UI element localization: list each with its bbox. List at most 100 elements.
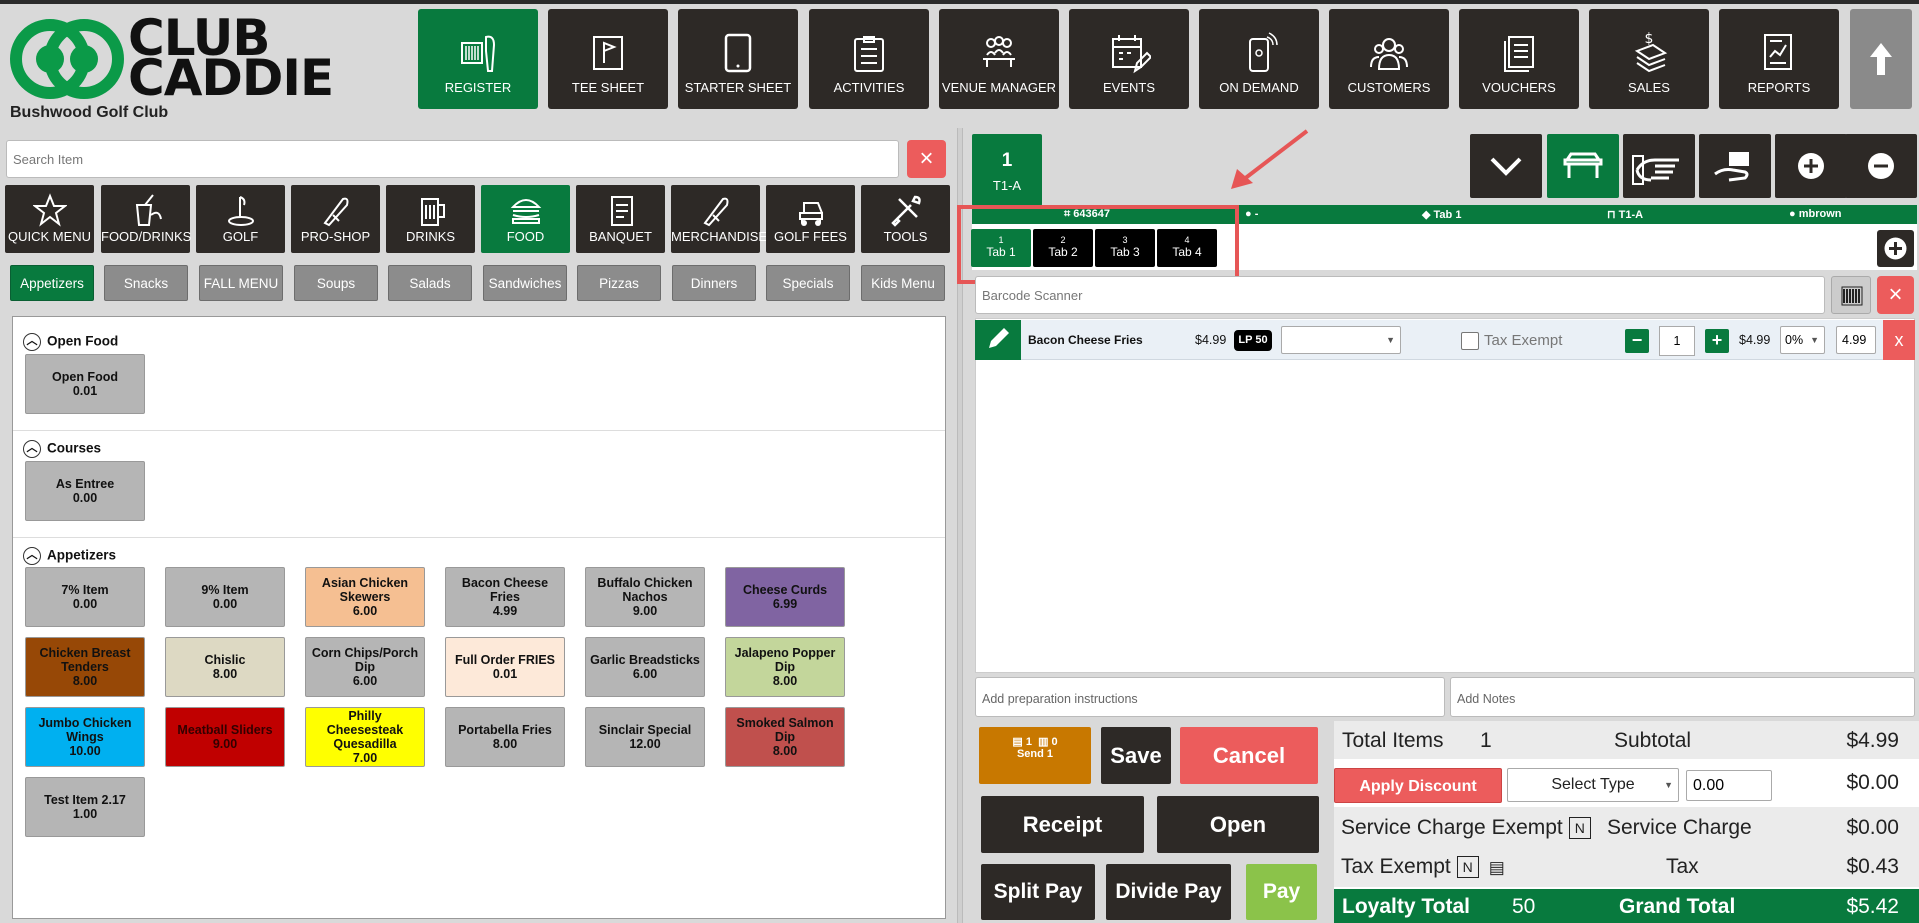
menu-item-tile[interactable]: Asian Chicken Skewers 6.00 [305,567,425,627]
menu-item-tile[interactable]: Jumbo Chicken Wings 10.00 [25,707,145,767]
nav-register-button[interactable]: REGISTER [418,9,538,109]
menu-item-tile[interactable]: As Entree 0.00 [25,461,145,521]
line-modifier-select[interactable]: ▼ [1281,326,1401,354]
menu-item-tile[interactable]: Philly Cheesesteak Quesadilla 7.00 [305,707,425,767]
subcategory-appetizers-button[interactable]: Appetizers [10,265,94,301]
chevron-up-icon[interactable]: ︿ [23,333,41,351]
add-tab-button[interactable] [1877,230,1914,267]
discount-type-select[interactable]: Select Type ▼ [1507,768,1679,802]
cancel-button[interactable]: Cancel [1180,727,1318,784]
menu-item-tile[interactable]: 7% Item 0.00 [25,567,145,627]
category-drinks-button[interactable]: DRINKS [386,185,475,253]
menu-item-tile[interactable]: Buffalo Chicken Nachos 9.00 [585,567,705,627]
hand-menu-button[interactable] [1623,134,1695,198]
clear-barcode-button[interactable]: × [1877,276,1914,314]
subcategory-salads-button[interactable]: Salads [388,265,472,301]
nav-reports-button[interactable]: REPORTS [1719,9,1839,109]
subcategory-kids-menu-button[interactable]: Kids Menu [861,265,945,301]
category-tools-button[interactable]: TOOLS [861,185,950,253]
remove-line-button[interactable]: x [1883,320,1915,360]
remove-button[interactable] [1845,134,1917,198]
menu-item-tile[interactable]: Open Food 0.01 [25,354,145,414]
menu-item-tile[interactable]: Portabella Fries 8.00 [445,707,565,767]
section-header[interactable]: ︿ Courses [23,440,101,458]
add-button[interactable] [1775,134,1847,198]
chevron-up-icon[interactable]: ︿ [23,440,41,458]
decrease-quantity-button[interactable]: − [1625,329,1649,353]
pay-button[interactable]: Pay [1246,864,1317,920]
open-button[interactable]: Open [1157,796,1319,853]
preparation-instructions-input[interactable]: Add preparation instructions [975,677,1445,717]
menu-item-tile[interactable]: Cheese Curds 6.99 [725,567,845,627]
section-header[interactable]: ︿ Appetizers [23,547,116,565]
split-pay-button[interactable]: Split Pay [981,864,1095,920]
tax-exempt-checkbox[interactable] [1461,332,1479,350]
chevron-up-icon[interactable]: ︿ [23,547,41,565]
receipt-list-icon[interactable]: ▤ [1489,858,1505,877]
menu-item-tile[interactable]: Garlic Breadsticks 6.00 [585,637,705,697]
nav-sales-button[interactable]: $ SALES [1589,9,1709,109]
service-exempt-flag[interactable]: N [1568,817,1591,840]
category-quick-menu-button[interactable]: QUICK MENU [5,185,94,253]
increase-quantity-button[interactable]: + [1705,329,1729,353]
menu-item-tile[interactable]: Full Order FRIES 0.01 [445,637,565,697]
nav-venue-manager-button[interactable]: VENUE MANAGER [939,9,1059,109]
subcategory-snacks-button[interactable]: Snacks [104,265,188,301]
menu-item-tile[interactable]: Smoked Salmon Dip 8.00 [725,707,845,767]
subcategory-pizzas-button[interactable]: Pizzas [577,265,661,301]
category-merchandise-button[interactable]: MERCHANDISE [671,185,767,253]
category-icon [890,195,921,227]
category-pro-shop-button[interactable]: PRO-SHOP [291,185,380,253]
nav-starter-sheet-button[interactable]: STARTER SHEET [678,9,798,109]
menu-item-tile[interactable]: 9% Item 0.00 [165,567,285,627]
quantity-field[interactable]: 1 [1659,326,1695,356]
summary-row-subtotal: Total Items 1 Subtotal $4.99 [1334,721,1919,759]
subcategory-sandwiches-button[interactable]: Sandwiches [483,265,567,301]
line-net-field[interactable]: 4.99 [1836,326,1876,354]
section-header[interactable]: ︿ Open Food [23,333,118,351]
category-golf-fees-button[interactable]: GOLF FEES [766,185,855,253]
payment-hand-button[interactable] [1699,134,1771,198]
category-food-button[interactable]: FOOD [481,185,570,253]
nav-tee-sheet-button[interactable]: TEE SHEET [548,9,668,109]
receipt-button[interactable]: Receipt [981,796,1144,853]
line-discount-select[interactable]: 0% ▼ [1780,326,1825,354]
save-button[interactable]: Save [1101,727,1171,784]
apply-discount-button[interactable]: Apply Discount [1334,768,1502,803]
nav-activities-button[interactable]: ACTIVITIES [809,9,929,109]
subcategory-soups-button[interactable]: Soups [294,265,378,301]
nav-on-demand-button[interactable]: ON DEMAND [1199,9,1319,109]
nav-customers-button[interactable]: CUSTOMERS [1329,9,1449,109]
edit-line-button[interactable] [975,320,1021,360]
search-item-input[interactable]: Search Item [6,140,899,178]
subcategory-dinners-button[interactable]: Dinners [672,265,756,301]
tax-exempt-flag[interactable]: N [1456,856,1479,879]
collapse-button[interactable] [1470,134,1542,198]
table-selector[interactable]: 1 T1-A [972,134,1042,206]
menu-item-tile[interactable]: Bacon Cheese Fries 4.99 [445,567,565,627]
barcode-scanner-input[interactable]: Barcode Scanner [975,276,1825,314]
menu-item-tile[interactable]: Corn Chips/Porch Dip 6.00 [305,637,425,697]
nav-label: TEE SHEET [571,80,645,95]
table-view-button[interactable] [1547,134,1619,198]
scroll-up-button[interactable] [1850,9,1912,109]
subcategory-specials-button[interactable]: Specials [766,265,850,301]
category-golf-button[interactable]: GOLF [196,185,285,253]
subcategory-fall-menu-button[interactable]: FALL MENU [199,265,283,301]
notes-input[interactable]: Add Notes [1450,677,1915,717]
barcode-button[interactable] [1831,276,1871,314]
nav-vouchers-button[interactable]: VOUCHERS [1459,9,1579,109]
category-banquet-button[interactable]: BANQUET [576,185,665,253]
menu-item-tile[interactable]: Meatball Sliders 9.00 [165,707,285,767]
category-food-drinks-button[interactable]: FOOD/DRINKS [101,185,191,253]
menu-item-tile[interactable]: Test Item 2.17 1.00 [25,777,145,837]
clear-search-button[interactable]: × [907,140,946,178]
menu-item-tile[interactable]: Jalapeno Popper Dip 8.00 [725,637,845,697]
divide-pay-button[interactable]: Divide Pay [1106,864,1231,920]
menu-item-tile[interactable]: Chislic 8.00 [165,637,285,697]
discount-value-input[interactable]: 0.00 [1686,770,1772,801]
nav-events-button[interactable]: EVENTS [1069,9,1189,109]
menu-item-tile[interactable]: Chicken Breast Tenders 8.00 [25,637,145,697]
menu-item-tile[interactable]: Sinclair Special 12.00 [585,707,705,767]
send-button[interactable]: ▤ 1 ▥ 0 Send 1 [979,727,1091,784]
